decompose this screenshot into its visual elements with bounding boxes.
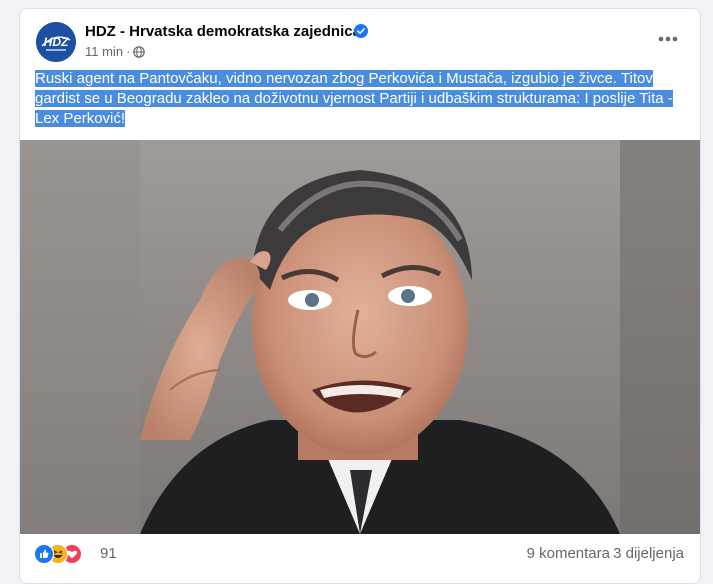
avatar-logo-text: HDZ	[44, 35, 69, 49]
post-text: Ruski agent na Pantovčaku, vidno nervoza…	[35, 69, 685, 129]
post-photo[interactable]	[20, 140, 700, 534]
hdz-logo-icon: HDZ	[36, 22, 76, 62]
post-header: HDZ HDZ - Hrvatska demokratska zajednica…	[20, 9, 700, 69]
more-options-button[interactable]	[650, 25, 686, 53]
more-dots-icon	[658, 36, 678, 42]
post-card: HDZ HDZ - Hrvatska demokratska zajednica…	[19, 8, 701, 584]
post-photo-image	[20, 140, 700, 534]
verified-badge-icon	[354, 24, 368, 38]
meta-separator: ·	[126, 44, 131, 59]
globe-icon[interactable]	[133, 46, 146, 58]
post-meta: 11 min ·	[85, 44, 146, 59]
reaction-count[interactable]: 91	[100, 545, 117, 562]
like-icon	[34, 544, 54, 564]
post-time-link[interactable]: 11 min	[85, 44, 123, 59]
post-text-content: Ruski agent na Pantovčaku, vidno nervoza…	[35, 70, 673, 127]
comments-count-link[interactable]: 9 komentara	[527, 545, 610, 562]
page-name-link[interactable]: HDZ - Hrvatska demokratska zajednica	[85, 23, 361, 40]
post-footer: 91 9 komentara 3 dijeljenja	[20, 534, 700, 574]
page-avatar[interactable]: HDZ	[36, 22, 76, 62]
shares-count-link[interactable]: 3 dijeljenja	[613, 545, 684, 562]
